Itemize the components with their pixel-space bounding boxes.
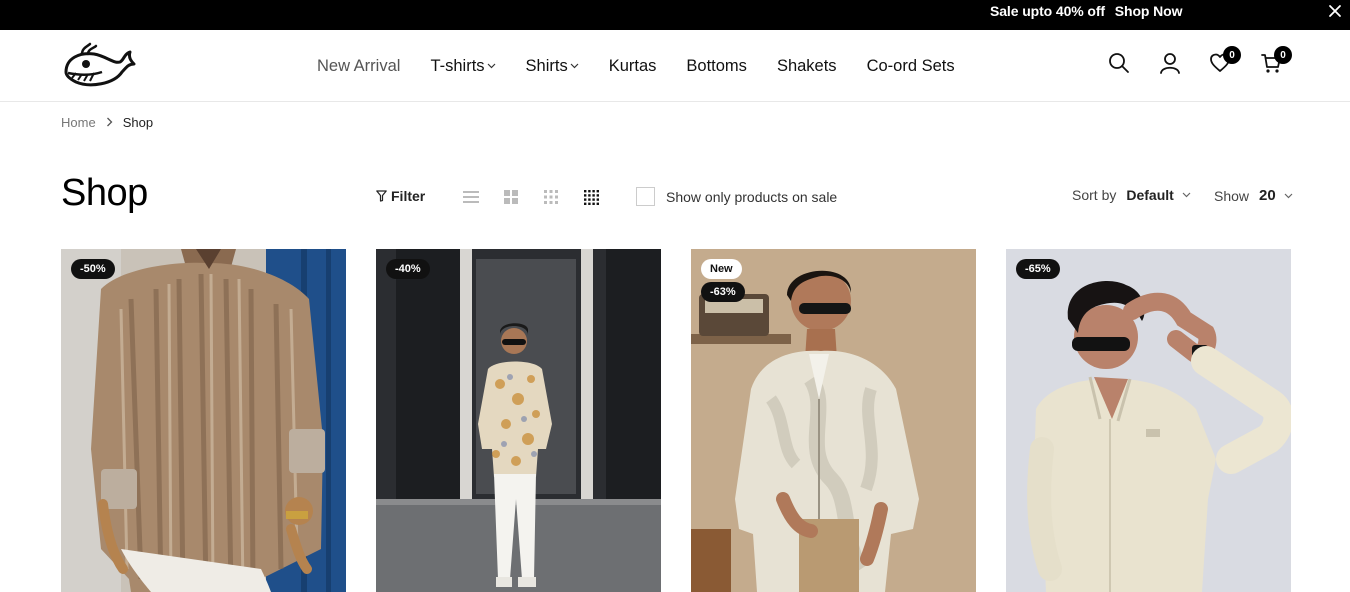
nav-kurtas[interactable]: Kurtas: [609, 57, 657, 76]
close-icon[interactable]: [1327, 3, 1343, 19]
list-view-icon[interactable]: [462, 188, 480, 206]
nav-label: Shakets: [776, 56, 837, 75]
nav-label: Bottoms: [686, 56, 747, 75]
breadcrumb: Home Shop: [61, 115, 153, 130]
product-image: [1006, 249, 1291, 592]
show-value: 20: [1259, 187, 1276, 204]
onsale-only-checkbox[interactable]: Show only products on sale: [636, 187, 837, 206]
cart-icon[interactable]: 0: [1260, 46, 1292, 78]
nav-label: Kurtas: [608, 56, 657, 75]
nav-coord-sets[interactable]: Co-ord Sets: [867, 57, 955, 76]
new-badge: New: [701, 259, 742, 279]
product-card[interactable]: -65%: [1006, 249, 1291, 592]
nav-label: New Arrival: [317, 56, 401, 75]
product-card[interactable]: New -63%: [691, 249, 976, 592]
filter-button[interactable]: Filter: [376, 188, 425, 204]
chevron-down-icon: [487, 63, 495, 69]
discount-badge: -50%: [71, 259, 115, 279]
chevron-down-icon: [1182, 192, 1191, 198]
product-image: [376, 249, 661, 592]
show-count-select[interactable]: Show 20: [1214, 187, 1293, 204]
nav-shakets[interactable]: Shakets: [777, 57, 837, 76]
product-image: [61, 249, 346, 592]
show-label: Show: [1214, 187, 1250, 204]
wishlist-heart-icon[interactable]: 0: [1209, 46, 1241, 78]
discount-badge: -40%: [386, 259, 430, 279]
nav-bottoms[interactable]: Bottoms: [686, 57, 747, 76]
account-icon[interactable]: [1159, 52, 1185, 78]
site-header: New Arrival T-shirts Shirts Kurtas Botto…: [0, 30, 1350, 102]
nav-shirts[interactable]: Shirts: [526, 57, 579, 76]
checkbox-box[interactable]: [636, 187, 655, 206]
page-title: Shop: [61, 172, 148, 214]
promo-message: Sale upto 40% off Shop Now: [990, 2, 1183, 20]
product-card[interactable]: -40%: [376, 249, 661, 592]
chevron-down-icon: [570, 63, 579, 69]
search-icon[interactable]: [1108, 52, 1134, 78]
sort-label: Sort by: [1072, 187, 1117, 203]
grid-4-columns-icon[interactable]: [582, 188, 600, 206]
discount-badge: -65%: [1016, 259, 1060, 279]
breadcrumb-home-link[interactable]: Home: [61, 115, 96, 130]
nav-new-arrival[interactable]: New Arrival: [317, 57, 400, 76]
breadcrumb-current: Shop: [122, 115, 154, 130]
shop-now-link[interactable]: Shop Now: [1115, 3, 1183, 19]
chevron-right-icon: [106, 116, 113, 130]
filter-funnel-icon: [376, 190, 387, 202]
onsale-label: Show only products on sale: [666, 188, 838, 205]
grid-view-switcher: [462, 188, 622, 206]
whale-logo-icon[interactable]: [60, 42, 136, 90]
main-nav: New Arrival T-shirts Shirts Kurtas Botto…: [317, 52, 985, 80]
promo-bar: Sale upto 40% off Shop Now: [0, 0, 1350, 30]
grid-2-columns-icon[interactable]: [502, 188, 520, 206]
grid-3-columns-icon[interactable]: [542, 188, 560, 206]
filter-label: Filter: [391, 188, 426, 204]
nav-label: Co-ord Sets: [866, 56, 955, 75]
cart-count-badge: 0: [1274, 46, 1292, 64]
chevron-down-icon: [1284, 193, 1293, 198]
nav-label: T-shirts: [430, 56, 485, 75]
header-actions: 0 0: [1108, 46, 1298, 82]
wishlist-count-badge: 0: [1223, 46, 1241, 64]
discount-badge: -63%: [701, 282, 745, 302]
nav-tshirts[interactable]: T-shirts: [430, 57, 495, 76]
sort-value: Default: [1126, 187, 1174, 203]
promo-text: Sale upto 40% off: [990, 3, 1105, 19]
nav-label: Shirts: [525, 56, 568, 75]
product-card[interactable]: -50%: [61, 249, 346, 592]
sort-by-select[interactable]: Sort by Default: [1072, 187, 1191, 203]
